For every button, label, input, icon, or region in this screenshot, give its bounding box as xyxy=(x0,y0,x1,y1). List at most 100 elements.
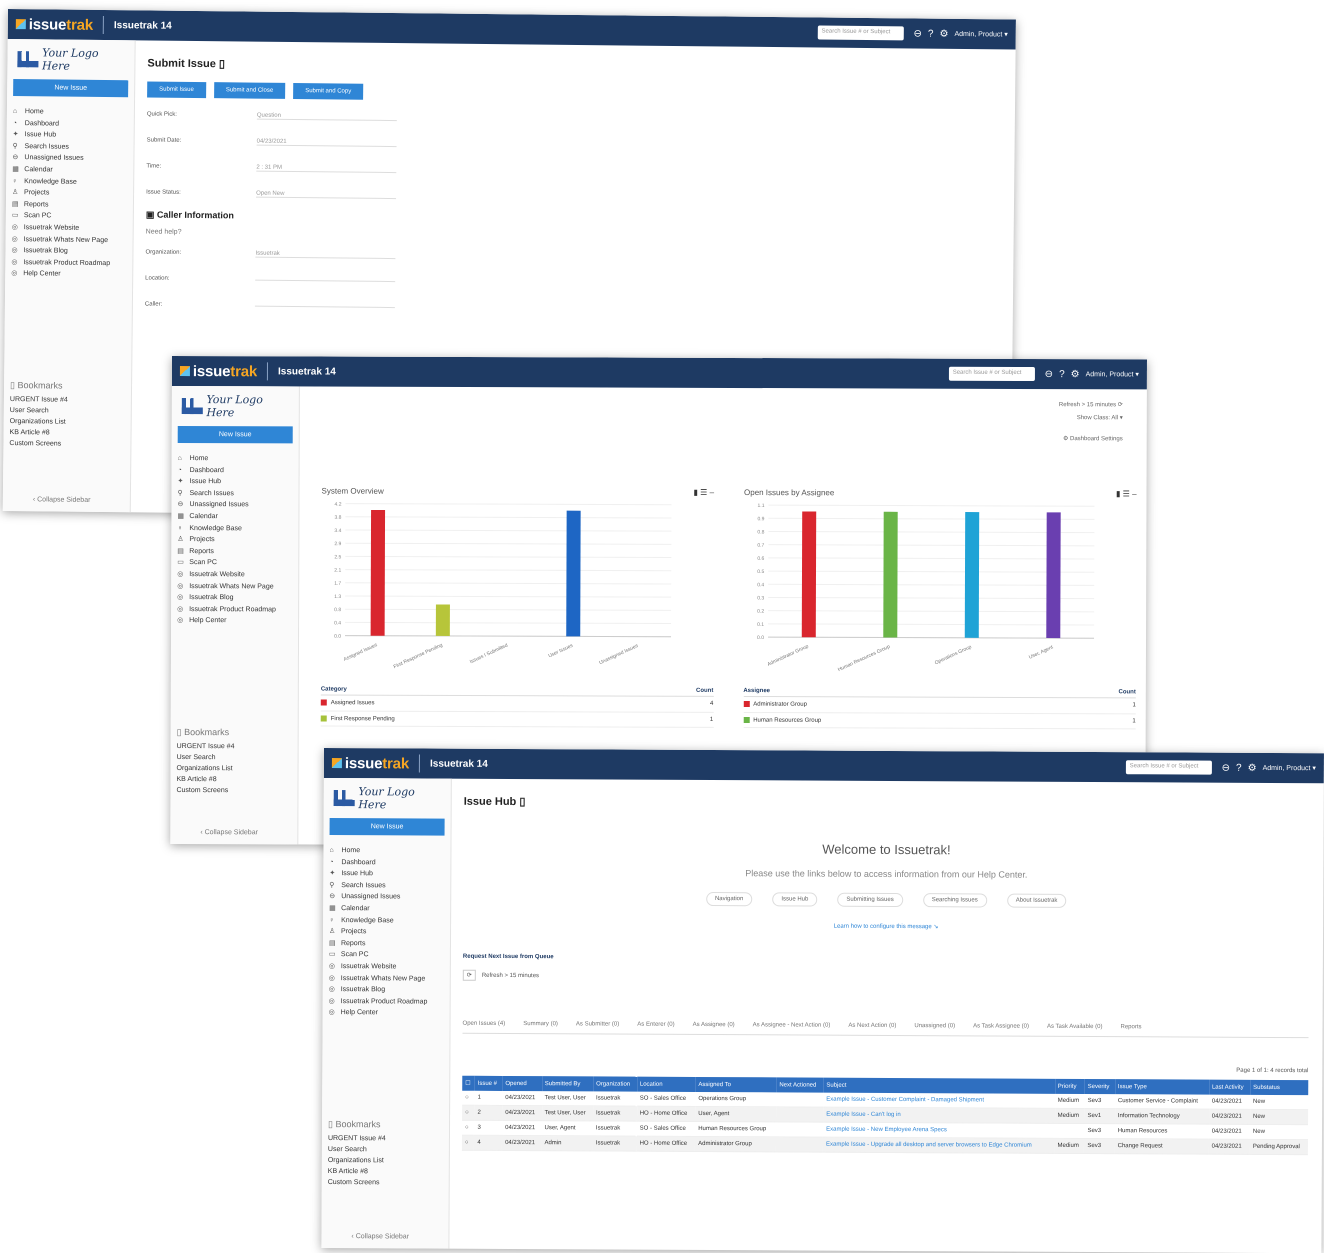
new-issue-button[interactable]: New Issue xyxy=(329,818,445,836)
help-icon[interactable]: ? xyxy=(928,28,934,39)
table-cell[interactable]: Example Issue - Can't log in xyxy=(823,1107,1055,1124)
nav-item-website[interactable]: ◎ Issuetrak Website xyxy=(177,569,298,581)
nav-item-unassigned[interactable]: ⊖ Unassigned Issues xyxy=(177,499,298,511)
column-header[interactable]: Last Activity xyxy=(1208,1079,1251,1095)
issuetrak-logo[interactable]: issue trak xyxy=(15,16,93,33)
nav-item-blog[interactable]: ◎ Issuetrak Blog xyxy=(329,984,450,996)
nav-item-knowledge-base[interactable]: ♀ Knowledge Base xyxy=(177,523,298,535)
column-header[interactable]: Submitted By xyxy=(541,1076,594,1092)
refresh-icon[interactable]: ⟳ xyxy=(462,969,476,981)
quick-pick-select[interactable]: Question xyxy=(256,112,397,121)
bar-chart-icon[interactable]: ▮ xyxy=(1116,489,1120,498)
nav-item-help-center[interactable]: ◎ Help Center xyxy=(11,268,132,281)
table-cell[interactable]: 3 xyxy=(474,1120,503,1136)
tab-as-assignee-next-action[interactable]: As Assignee - Next Action (0) xyxy=(753,1022,831,1028)
column-header[interactable]: Next Actioned xyxy=(776,1077,824,1093)
nav-item-projects[interactable]: ♙ Projects xyxy=(177,534,298,546)
collapse-sidebar-button[interactable]: ‹ Collapse Sidebar xyxy=(351,1233,409,1240)
refresh-setting[interactable]: Refresh > 15 minutes xyxy=(1059,402,1116,408)
nav-item-home[interactable]: ⌂ Home xyxy=(178,453,299,465)
nav-item-whats-new[interactable]: ◎ Issuetrak Whats New Page xyxy=(177,581,298,593)
tab-as-task-assignee[interactable]: As Task Assignee (0) xyxy=(973,1023,1029,1029)
bookmark-link[interactable]: KB Article #8 xyxy=(328,1166,449,1178)
legend-row[interactable]: Administrator Group 1 xyxy=(743,696,1136,714)
column-header[interactable]: Assigned To xyxy=(695,1076,777,1093)
bookmark-link[interactable]: KB Article #8 xyxy=(177,774,298,785)
column-header[interactable]: Issue # xyxy=(474,1075,503,1091)
new-issue-button[interactable]: New Issue xyxy=(13,79,129,98)
column-header[interactable]: Opened xyxy=(502,1075,542,1092)
help-icon[interactable]: ? xyxy=(1059,369,1065,380)
tab-as-enterer[interactable]: As Enterer (0) xyxy=(637,1022,674,1028)
gear-icon[interactable]: ⚙ xyxy=(1248,762,1257,773)
bookmark-icon[interactable]: ▯ xyxy=(219,58,225,70)
help-link-about[interactable]: About Issuetrak xyxy=(1006,893,1067,908)
nav-item-knowledge-base[interactable]: ♀ Knowledge Base xyxy=(329,915,450,927)
nav-item-scan-pc[interactable]: ▭ Scan PC xyxy=(177,557,298,569)
row-checkbox[interactable]: ○ xyxy=(462,1090,475,1106)
caller-input[interactable] xyxy=(254,305,395,308)
user-menu[interactable]: Admin, Product ▾ xyxy=(1086,370,1139,378)
user-menu[interactable]: Admin, Product ▾ xyxy=(1263,764,1316,772)
bookmark-link[interactable]: Organizations List xyxy=(177,763,298,774)
dashboard-settings-link[interactable]: Dashboard Settings xyxy=(1070,436,1123,442)
column-header[interactable]: Issue Type xyxy=(1114,1079,1209,1095)
print-icon[interactable]: ⊖ xyxy=(1222,762,1230,773)
submit-and-copy-button[interactable]: Submit and Copy xyxy=(293,82,364,100)
table-cell[interactable]: Example Issue - New Employee Arena Specs xyxy=(823,1122,1055,1139)
tab-summary[interactable]: Summary (0) xyxy=(523,1021,558,1027)
help-link-searching[interactable]: Searching Issues xyxy=(922,893,987,908)
nav-item-unassigned[interactable]: ⊖ Unassigned Issues xyxy=(329,891,450,903)
list-icon[interactable]: ☰ xyxy=(700,488,707,497)
show-class-select[interactable]: All xyxy=(1111,415,1118,421)
nav-item-website[interactable]: ◎ Issuetrak Website xyxy=(329,961,450,973)
gear-icon[interactable]: ⚙ xyxy=(1071,369,1080,380)
column-header[interactable]: Subject xyxy=(823,1077,1055,1094)
table-cell[interactable]: 2 xyxy=(474,1105,503,1121)
help-link-submitting[interactable]: Submitting Issues xyxy=(837,892,903,908)
nav-item-roadmap[interactable]: ◎ Issuetrak Product Roadmap xyxy=(329,996,450,1008)
legend-row[interactable]: First Response Pending 1 xyxy=(320,711,714,729)
bookmark-icon[interactable]: ▯ xyxy=(519,796,525,808)
table-row[interactable]: ○ 4 04/23/2021 Admin Issuetrak HO - Home Offi… xyxy=(461,1135,1308,1155)
select-all-checkbox[interactable]: ☐ xyxy=(462,1075,475,1091)
bookmark-link[interactable]: User Search xyxy=(328,1144,449,1156)
column-header[interactable]: Substatus xyxy=(1250,1079,1309,1096)
collapse-sidebar-button[interactable]: ‹ Collapse Sidebar xyxy=(33,496,91,504)
nav-item-calendar[interactable]: ▦ Calendar xyxy=(177,511,298,523)
row-checkbox[interactable]: ○ xyxy=(462,1105,475,1121)
print-icon[interactable]: ⊖ xyxy=(913,28,922,39)
issuetrak-logo[interactable]: issue trak xyxy=(331,755,409,772)
row-checkbox[interactable]: ○ xyxy=(461,1135,475,1151)
search-input[interactable]: Search Issue # or Subject xyxy=(817,25,904,41)
tab-as-next-action[interactable]: As Next Action (0) xyxy=(848,1023,896,1029)
minimize-icon[interactable]: – xyxy=(1132,489,1136,498)
collapse-sidebar-button[interactable]: ‹ Collapse Sidebar xyxy=(200,829,258,836)
submit-issue-button[interactable]: Submit Issue xyxy=(147,81,206,99)
bookmark-link[interactable]: User Search xyxy=(177,752,298,763)
refresh-setting[interactable]: Refresh > 15 minutes xyxy=(482,972,539,978)
submit-and-close-button[interactable]: Submit and Close xyxy=(213,82,286,99)
nav-item-dashboard[interactable]: ◔ Dashboard xyxy=(329,857,450,869)
bookmark-link[interactable]: Organizations List xyxy=(328,1155,449,1167)
configure-message-link[interactable]: Learn how to configure this message ↘ xyxy=(463,921,1309,932)
table-cell[interactable]: 4 xyxy=(474,1135,503,1151)
column-header[interactable]: Priority xyxy=(1054,1078,1085,1094)
list-icon[interactable]: ☰ xyxy=(1123,489,1130,498)
nav-item-dashboard[interactable]: ◔ Dashboard xyxy=(178,465,299,477)
request-next-issue-heading[interactable]: Request Next Issue from Queue xyxy=(463,954,1309,964)
column-header[interactable]: Location xyxy=(636,1076,696,1092)
table-cell[interactable]: Example Issue - Upgrade all desktop and … xyxy=(823,1137,1055,1154)
help-link-issue-hub[interactable]: Issue Hub xyxy=(772,892,818,907)
nav-item-search-issues[interactable]: ⚲ Search Issues xyxy=(329,880,450,892)
table-cell[interactable]: Example Issue - Customer Complaint - Dam… xyxy=(823,1092,1055,1109)
location-select[interactable] xyxy=(255,279,396,282)
tab-open-issues[interactable]: Open Issues (4) xyxy=(463,1021,506,1027)
nav-item-help-center[interactable]: ◎ Help Center xyxy=(177,615,298,627)
tab-as-task-available[interactable]: As Task Available (0) xyxy=(1047,1024,1103,1030)
help-icon[interactable]: ? xyxy=(1236,762,1242,773)
nav-item-calendar[interactable]: ▦ Calendar xyxy=(329,903,450,915)
nav-item-blog[interactable]: ◎ Issuetrak Blog xyxy=(177,592,298,604)
refresh-icon[interactable]: ⟳ xyxy=(1118,402,1123,408)
user-menu[interactable]: Admin, Product ▾ xyxy=(954,30,1007,39)
